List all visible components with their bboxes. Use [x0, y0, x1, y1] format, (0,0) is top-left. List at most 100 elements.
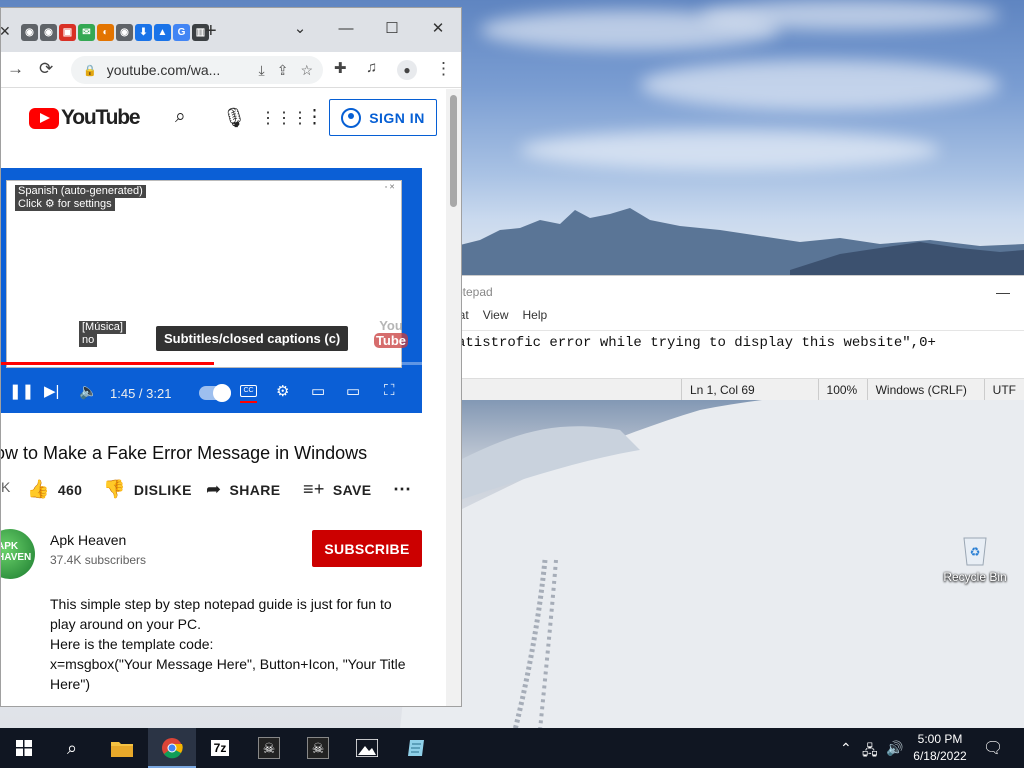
- show-hidden-icons[interactable]: ⌃: [840, 740, 852, 757]
- tab-favicon[interactable]: G: [173, 24, 190, 41]
- progress-bar[interactable]: [1, 362, 422, 365]
- dislike-button[interactable]: 👎 DISLIKE: [103, 479, 192, 500]
- tab-close-icon[interactable]: ✕: [1, 23, 11, 40]
- reload-icon[interactable]: ⟳: [39, 59, 53, 79]
- tab-favicon[interactable]: ▣: [59, 24, 76, 41]
- pinned-tabs: ◉ ◉ ▣ ✉ ◐ ◉ ⬇ ▲ G ▥: [21, 24, 209, 41]
- clock-time: 5:00 PM: [917, 732, 963, 746]
- skull-app-icon: ☠: [307, 737, 329, 759]
- scrollbar-thumb[interactable]: [450, 95, 457, 207]
- forward-icon[interactable]: →: [7, 59, 24, 79]
- caption-settings-line1: Spanish (auto-generated): [15, 185, 146, 198]
- profile-icon[interactable]: ●: [397, 60, 417, 80]
- media-control-icon[interactable]: ♫: [366, 59, 377, 76]
- time-display: 1:45 / 3:21: [110, 386, 172, 401]
- notepad-taskbar-button[interactable]: [392, 728, 440, 768]
- youtube-play-icon: [29, 107, 59, 129]
- recycle-bin[interactable]: ♻ Recycle Bin: [940, 532, 1010, 584]
- miniplayer-icon[interactable]: ▭: [311, 382, 325, 400]
- more-options-icon[interactable]: ⋮: [305, 106, 324, 129]
- minimize-icon[interactable]: —: [996, 276, 1010, 308]
- maximize-icon[interactable]: ☐: [369, 14, 415, 44]
- chrome-window[interactable]: ✕ ◉ ◉ ▣ ✉ ◐ ◉ ⬇ ▲ G ▥ + ⌄ — ☐ ✕ → ⟳ 🔒 youtube.com…: [0, 7, 462, 707]
- theater-mode-icon[interactable]: ▭: [346, 382, 360, 400]
- playlist-add-icon: ≡+: [303, 479, 325, 499]
- network-icon[interactable]: 🖧: [862, 740, 878, 764]
- youtube-logo[interactable]: YouTube: [29, 106, 141, 130]
- tab-favicon[interactable]: ◉: [40, 24, 57, 41]
- like-button[interactable]: 👍 460: [27, 479, 82, 500]
- tab-favicon[interactable]: ▲: [154, 24, 171, 41]
- tab-favicon[interactable]: ⬇: [135, 24, 152, 41]
- chrome-taskbar-button[interactable]: [148, 728, 196, 768]
- subtitle-line1: [Música]: [79, 321, 126, 334]
- status-zoom: 100%: [817, 379, 867, 400]
- settings-gear-icon[interactable]: ⚙: [276, 382, 289, 400]
- channel-name[interactable]: Apk Heaven: [50, 532, 126, 548]
- microphone-icon[interactable]: 🎙: [222, 106, 246, 130]
- save-button[interactable]: ≡+ SAVE: [303, 479, 372, 500]
- new-tab-icon[interactable]: +: [205, 20, 217, 43]
- description-line: Here is the template code:: [50, 636, 214, 652]
- autoplay-toggle[interactable]: [199, 384, 231, 402]
- address-url: youtube.com/wa...: [106, 62, 221, 78]
- recycle-bin-icon: ♻: [960, 532, 990, 566]
- share-button[interactable]: ➦ SHARE: [206, 479, 281, 500]
- volume-icon[interactable]: 🔈: [79, 382, 98, 400]
- windows-logo-icon: [16, 740, 32, 756]
- tab-favicon[interactable]: ✉: [78, 24, 95, 41]
- notifications-icon[interactable]: 🗨: [983, 738, 1003, 758]
- volume-icon[interactable]: 🔊: [886, 740, 903, 757]
- youtube-logo-text: YouTube: [61, 106, 141, 129]
- video-player[interactable]: ▫ ✕ Spanish (auto-generated) Click ⚙ for…: [1, 168, 422, 413]
- menu-kebab-icon[interactable]: ⋮: [435, 59, 452, 79]
- tab-search-icon[interactable]: ⌄: [277, 14, 323, 44]
- search-icon[interactable]: ⌕: [175, 106, 186, 128]
- notepad-window[interactable]: otepad — nat View Help atistrofic error …: [440, 275, 1024, 400]
- close-icon[interactable]: ✕: [415, 14, 461, 44]
- folder-icon: [111, 742, 133, 757]
- apps-grid-icon[interactable]: ⋮⋮⋮: [260, 108, 308, 128]
- youtube-watermark: You Tube: [374, 318, 408, 348]
- app-button-1[interactable]: ☠: [245, 728, 293, 768]
- search-button[interactable]: ⌕: [48, 728, 96, 768]
- clock[interactable]: 5:00 PM 6/18/2022: [905, 731, 975, 765]
- channel-avatar[interactable]: APK HAVEN: [1, 529, 35, 579]
- video-description: This simple step by step notepad guide i…: [50, 594, 420, 694]
- next-icon[interactable]: ▶|: [44, 382, 59, 400]
- tab-favicon[interactable]: ◉: [21, 24, 38, 41]
- sign-in-label: SIGN IN: [369, 109, 425, 126]
- notepad-text-area[interactable]: atistrofic error while trying to display…: [440, 330, 1024, 382]
- share-icon[interactable]: ⇪: [277, 62, 289, 79]
- share-label: SHARE: [229, 481, 281, 498]
- menu-help[interactable]: Help: [522, 308, 547, 326]
- chrome-icon: [162, 738, 183, 759]
- view-count: K: [1, 479, 11, 495]
- description-line: play around on your PC.: [50, 616, 201, 632]
- file-explorer-button[interactable]: [98, 728, 146, 768]
- lock-icon[interactable]: 🔒: [83, 64, 97, 77]
- 7zip-button[interactable]: 7z: [196, 728, 244, 768]
- notepad-titlebar[interactable]: otepad —: [440, 276, 1024, 308]
- subscribe-button[interactable]: SUBSCRIBE: [312, 530, 422, 567]
- menu-view[interactable]: View: [483, 308, 509, 326]
- captions-button[interactable]: CC: [240, 385, 257, 397]
- tab-favicon[interactable]: ◉: [116, 24, 133, 41]
- sign-in-button[interactable]: SIGN IN: [329, 99, 437, 136]
- pause-icon[interactable]: ❚❚: [9, 382, 34, 400]
- description-line: This simple step by step notepad guide i…: [50, 596, 392, 612]
- window-controls: ⌄ — ☐ ✕: [277, 14, 461, 44]
- bookmark-star-icon[interactable]: ☆: [300, 62, 313, 79]
- page-scrollbar[interactable]: [446, 89, 461, 706]
- address-bar[interactable]: 🔒 youtube.com/wa... ⤓ ⇪ ☆: [71, 56, 323, 84]
- start-button[interactable]: [0, 728, 48, 768]
- minimize-icon[interactable]: —: [323, 14, 369, 44]
- clock-date: 6/18/2022: [913, 749, 967, 763]
- fullscreen-icon[interactable]: ⛶: [384, 382, 395, 399]
- install-icon[interactable]: ⤓: [259, 62, 265, 79]
- more-actions-icon[interactable]: ⋯: [393, 479, 411, 500]
- extensions-icon[interactable]: ✚: [334, 59, 347, 77]
- app-button-2[interactable]: ☠: [294, 728, 342, 768]
- photos-button[interactable]: [343, 728, 391, 768]
- tab-favicon[interactable]: ◐: [97, 24, 114, 41]
